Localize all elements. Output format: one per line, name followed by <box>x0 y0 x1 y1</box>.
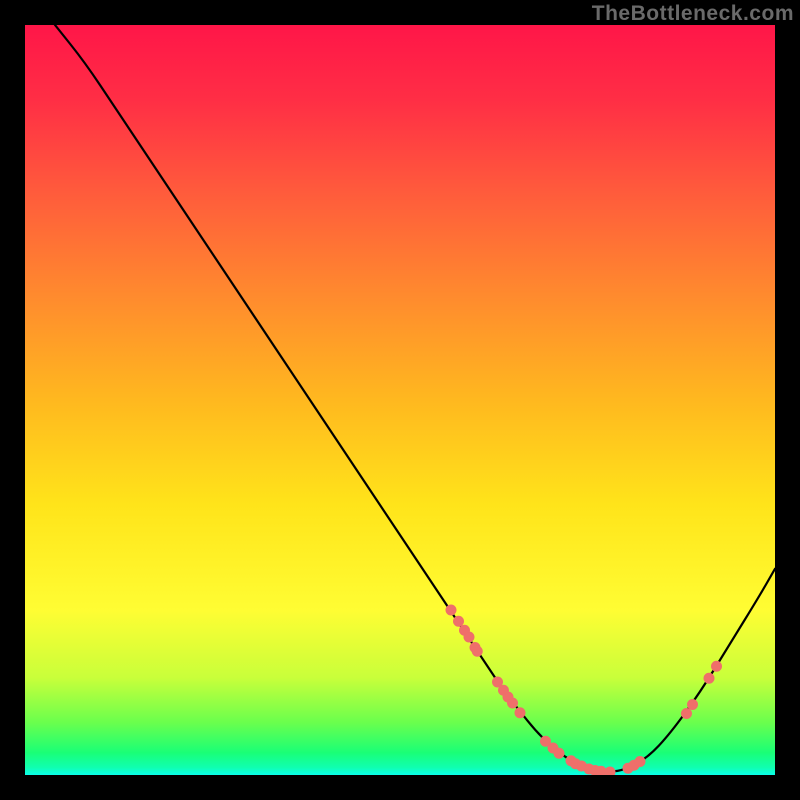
data-dot <box>596 766 606 775</box>
data-dot <box>704 673 714 683</box>
data-dot <box>508 698 518 708</box>
data-dot <box>688 700 698 710</box>
data-dot <box>472 646 482 656</box>
data-dot <box>464 632 474 642</box>
data-dot <box>712 661 722 671</box>
data-dot <box>635 757 645 767</box>
data-dot <box>454 616 464 626</box>
data-dot <box>554 748 564 758</box>
chart-frame: TheBottleneck.com <box>0 0 800 800</box>
curve-layer <box>25 25 775 775</box>
plot-area <box>25 25 775 775</box>
bottleneck-curve <box>55 25 775 772</box>
data-dot <box>515 708 525 718</box>
data-dot <box>605 767 615 775</box>
data-dot <box>682 709 692 719</box>
watermark-text: TheBottleneck.com <box>592 2 794 26</box>
data-dots <box>446 605 722 775</box>
data-dot <box>446 605 456 615</box>
